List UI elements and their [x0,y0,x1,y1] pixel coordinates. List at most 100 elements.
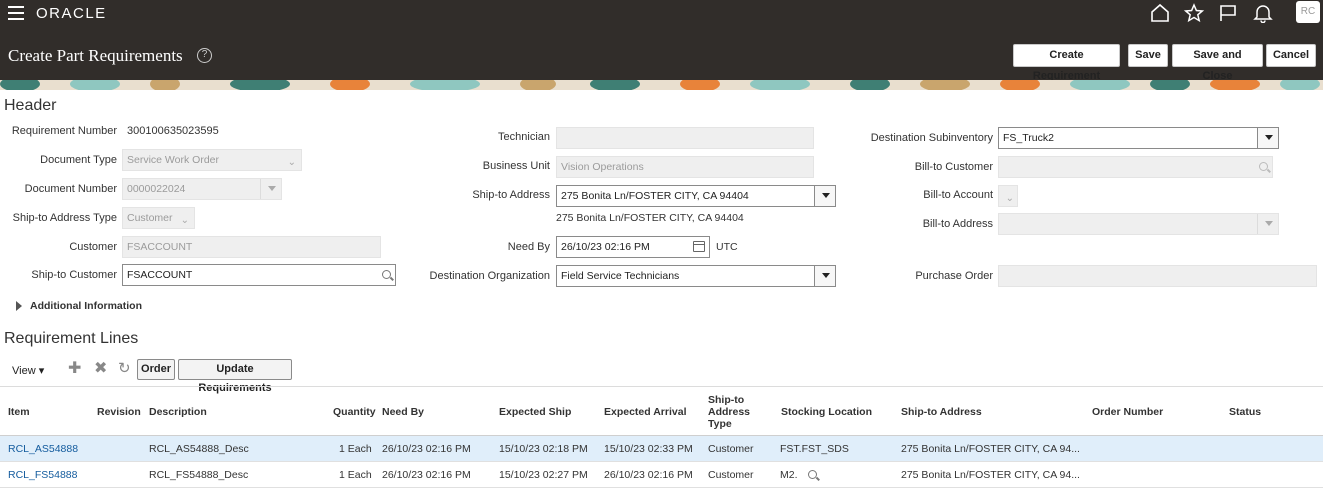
bill-to-address-label: Bill-to Address [922,218,993,230]
ship-to-address-cell: 275 Bonita Ln/FOSTER CITY, CA 94... [901,469,1080,481]
business-unit-value: Vision Operations [561,161,644,173]
column-header[interactable]: Item [8,406,30,418]
view-menu[interactable]: View ▾ [12,364,44,377]
expected-ship-cell: 15/10/23 02:27 PM [499,469,588,481]
document-number-label: Document Number [24,183,117,195]
column-header[interactable]: Expected Arrival [604,406,686,418]
expected-arrival-cell: 15/10/23 02:33 PM [604,443,693,455]
requirement-number-label: Requirement Number [11,125,117,137]
quantity-cell: 1 Each [339,443,372,455]
ship-to-address-select[interactable]: 275 Bonita Ln/FOSTER CITY, CA 94404 [556,185,836,207]
header-section-title: Header [4,97,57,114]
add-icon[interactable]: ✚ [68,361,81,377]
need-by-cell: 26/10/23 02:16 PM [382,469,471,481]
ship-to-customer-value: FSACCOUNT [127,269,193,281]
search-icon[interactable] [382,270,391,279]
table-row[interactable]: RCL_FS54888 RCL_FS54888_Desc 1 Each 26/1… [0,462,1323,488]
column-header[interactable]: Ship-to Address Type [708,394,758,430]
bell-icon[interactable] [1252,3,1274,23]
ship-to-type-cell: Customer [708,443,754,455]
column-header[interactable]: Need By [382,406,424,418]
customer-value: FSACCOUNT [127,241,193,253]
business-unit-field: Vision Operations [556,156,814,178]
page-title-bar: Create Part Requirements ? Create Requir… [0,26,1323,82]
chevron-down-icon [1257,214,1278,234]
additional-information-toggle[interactable]: Additional Information [30,300,142,312]
search-icon [1259,162,1268,171]
document-number-field[interactable]: 0000022024 [122,178,282,200]
disclosure-triangle-icon[interactable] [16,301,22,311]
avatar[interactable]: RC [1296,1,1320,23]
stocking-location-cell: FST.FST_SDS [780,443,849,455]
bill-to-customer-field [998,156,1273,178]
expected-arrival-cell: 26/10/23 02:16 PM [604,469,693,481]
customer-field: FSACCOUNT [122,236,381,258]
bill-to-customer-label: Bill-to Customer [914,161,993,173]
delete-icon[interactable]: ✖ [94,361,107,377]
page-title: Create Part Requirements [8,46,183,65]
column-header[interactable]: Stocking Location [781,406,872,418]
stocking-location-cell[interactable]: M2. [780,469,798,481]
ship-to-address-type-value: Customer [127,212,173,224]
need-by-cell: 26/10/23 02:16 PM [382,443,471,455]
need-by-label: Need By [507,241,550,253]
update-requirements-button[interactable]: Update Requirements [178,359,292,394]
business-unit-label: Business Unit [482,160,550,172]
need-by-input[interactable]: 26/10/23 02:16 PM [556,236,710,258]
column-header[interactable]: Expected Ship [499,406,571,418]
column-header[interactable]: Description [149,406,207,418]
flag-icon[interactable] [1217,3,1239,23]
destination-subinventory-select[interactable]: FS_Truck2 [998,127,1279,149]
ship-to-address-display: 275 Bonita Ln/FOSTER CITY, CA 94404 [556,212,744,224]
document-type-select[interactable]: Service Work Order ⌄ [122,149,302,171]
requirement-number-value: 300100635023595 [127,125,219,137]
chevron-down-icon: ⌄ [180,215,189,226]
purchase-order-field [998,265,1317,287]
refresh-icon[interactable]: ↻ [118,361,131,377]
save-and-close-button[interactable]: Save and Close [1172,44,1263,82]
technician-field [556,127,814,149]
bill-to-address-select [998,213,1279,235]
bill-to-account-label: Bill-to Account [923,189,993,201]
technician-label: Technician [498,131,550,143]
destination-organization-label: Destination Organization [429,270,550,282]
save-button[interactable]: Save [1128,44,1168,67]
chevron-down-icon[interactable] [260,179,281,199]
create-requirement-button[interactable]: Create Requirement [1013,44,1120,82]
column-header[interactable]: Revision [97,406,141,418]
column-header[interactable]: Order Number [1092,406,1163,418]
ship-to-type-cell: Customer [708,469,754,481]
oracle-logo[interactable]: ORACLE [36,5,107,22]
ship-to-address-label: Ship-to Address [472,189,550,201]
global-header: ORACLE RC [0,0,1323,26]
column-header[interactable]: Status [1229,406,1261,418]
expected-ship-cell: 15/10/23 02:18 PM [499,443,588,455]
chevron-down-icon[interactable] [814,186,835,206]
need-by-timezone: UTC [716,241,738,253]
column-header[interactable]: Quantity [333,406,376,418]
item-link[interactable]: RCL_AS54888 [8,443,78,455]
destination-organization-select[interactable]: Field Service Technicians [556,265,836,287]
destination-subinventory-label: Destination Subinventory [870,132,993,144]
calendar-icon[interactable] [693,241,705,252]
chevron-down-icon[interactable] [814,266,835,286]
hamburger-icon[interactable] [8,6,24,20]
description-cell: RCL_AS54888_Desc [149,443,249,455]
home-icon[interactable] [1149,3,1171,23]
destination-organization-value: Field Service Technicians [561,270,680,282]
purchase-order-label: Purchase Order [915,270,993,282]
quantity-cell: 1 Each [339,469,372,481]
chevron-down-icon[interactable] [1257,128,1278,148]
table-row[interactable]: RCL_AS54888 RCL_AS54888_Desc 1 Each 26/1… [0,436,1323,462]
document-number-value: 0000022024 [127,183,186,195]
order-button[interactable]: Order [137,359,175,380]
ship-to-customer-input[interactable]: FSACCOUNT [122,264,396,286]
ship-to-address-value: 275 Bonita Ln/FOSTER CITY, CA 94404 [561,190,749,202]
item-link[interactable]: RCL_FS54888 [8,469,77,481]
ship-to-address-type-select[interactable]: Customer ⌄ [122,207,195,229]
search-icon[interactable] [808,470,817,479]
column-header[interactable]: Ship-to Address [901,406,982,418]
star-icon[interactable] [1183,3,1205,23]
cancel-button[interactable]: Cancel [1266,44,1316,67]
help-icon[interactable]: ? [197,48,212,63]
